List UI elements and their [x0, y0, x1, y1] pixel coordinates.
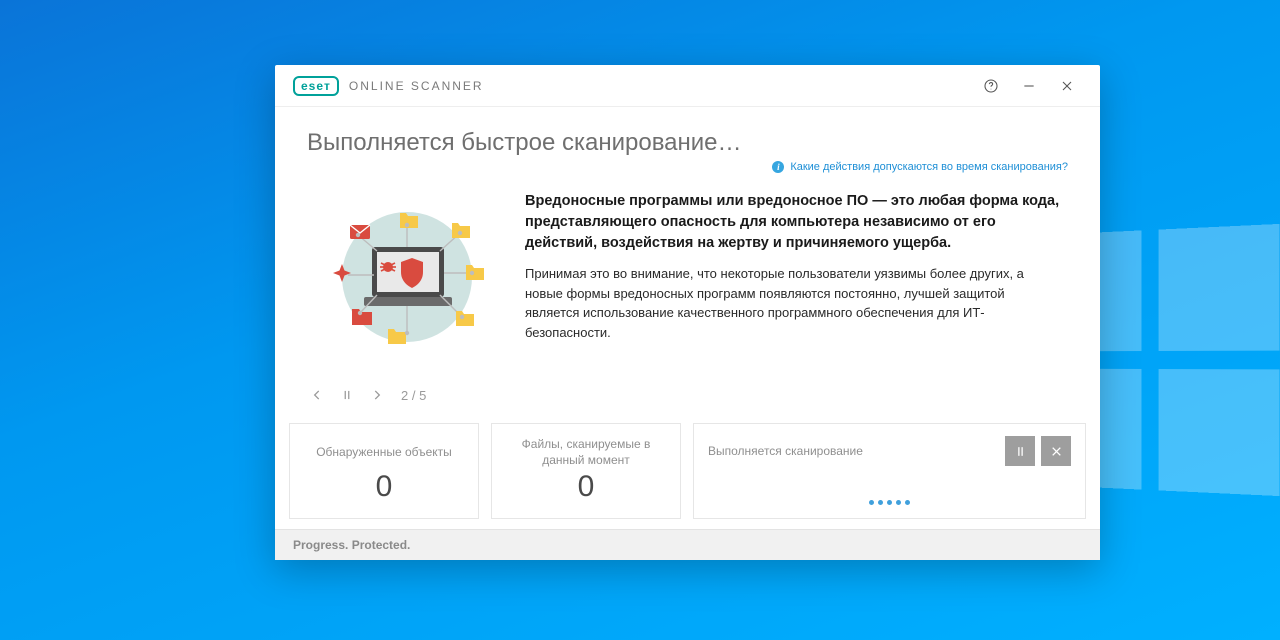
scanning-files-label: Файлы, сканируемые в данный момент: [504, 436, 668, 468]
scanning-files-value: 0: [504, 470, 668, 504]
pause-icon: [340, 388, 354, 402]
slide-content: Вредоносные программы или вредоносное ПО…: [275, 179, 1100, 373]
chevron-left-icon: [310, 388, 324, 402]
brand-logo: eseт: [293, 76, 339, 96]
close-button[interactable]: [1048, 69, 1086, 103]
detected-label: Обнаруженные объекты: [302, 436, 466, 468]
carousel-controls: 2 / 5: [275, 373, 1100, 423]
scan-progress-card: Выполняется сканирование: [693, 423, 1086, 519]
detected-value: 0: [302, 470, 466, 504]
stats-row: Обнаруженные объекты 0 Файлы, сканируемы…: [275, 423, 1100, 529]
info-icon: i: [772, 161, 784, 173]
footer-tagline: Progress. Protected.: [275, 529, 1100, 560]
allowed-actions-link-text: Какие действия допускаются во время скан…: [790, 161, 1068, 173]
detected-card: Обнаруженные объекты 0: [289, 423, 479, 519]
app-window: eseт ONLINE SCANNER Выполняется быстрое …: [275, 65, 1100, 560]
page-title: Выполняется быстрое сканирование…: [307, 129, 1068, 157]
slide-headline: Вредоносные программы или вредоносное ПО…: [525, 191, 1060, 254]
chevron-right-icon: [370, 388, 384, 402]
scan-stop-button[interactable]: [1041, 436, 1071, 466]
brand-block: eseт ONLINE SCANNER: [293, 76, 484, 96]
minimize-icon: [1021, 78, 1037, 94]
malware-illustration: [312, 195, 502, 365]
help-icon: [983, 78, 999, 94]
carousel-pause-button[interactable]: [337, 383, 357, 407]
scan-progress-indicator: [708, 500, 1071, 506]
close-icon: [1059, 78, 1075, 94]
scan-pause-button[interactable]: [1005, 436, 1035, 466]
app-title: ONLINE SCANNER: [349, 79, 484, 93]
allowed-actions-link[interactable]: i Какие действия допускаются во время ск…: [772, 161, 1068, 173]
help-button[interactable]: [972, 69, 1010, 103]
minimize-button[interactable]: [1010, 69, 1048, 103]
pause-icon: [1014, 445, 1027, 458]
carousel-next-button[interactable]: [367, 383, 387, 407]
carousel-page-indicator: 2 / 5: [401, 388, 426, 403]
slide-body: Принимая это во внимание, что некоторые …: [525, 264, 1060, 342]
close-icon: [1050, 445, 1063, 458]
scan-status-label: Выполняется сканирование: [708, 444, 999, 458]
carousel-prev-button[interactable]: [307, 383, 327, 407]
scanning-files-card: Файлы, сканируемые в данный момент 0: [491, 423, 681, 519]
titlebar: eseт ONLINE SCANNER: [275, 65, 1100, 107]
